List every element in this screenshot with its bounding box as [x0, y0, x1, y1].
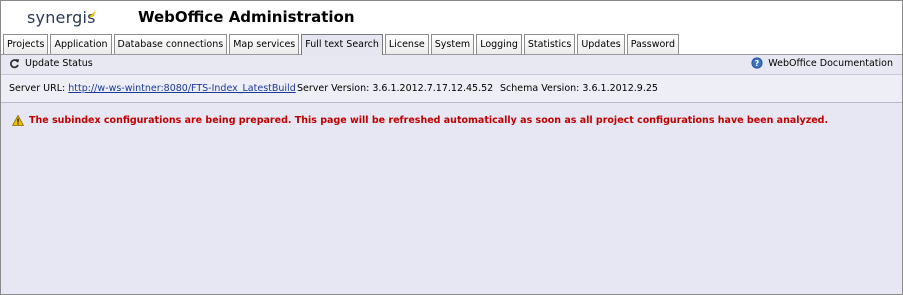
schema-version-value: 3.6.1.2012.9.25 [582, 83, 658, 94]
toolbar: Update Status ? WebOffice Documentation [1, 55, 902, 75]
warning-message: The subindex configurations are being pr… [12, 115, 828, 126]
documentation-label: WebOffice Documentation [768, 57, 893, 69]
schema-version-label: Schema Version: [500, 83, 580, 94]
logo-mark-icon [89, 10, 96, 17]
server-version-label: Server Version: [297, 83, 370, 94]
update-status-button[interactable]: Update Status [9, 58, 93, 69]
help-icon: ? [751, 57, 763, 69]
server-version-value: 3.6.1.2012.7.17.12.45.52 [372, 83, 494, 94]
tab-password[interactable]: Password [626, 34, 680, 54]
logo-text: synergis [27, 8, 96, 27]
tab-map-services[interactable]: Map services [229, 34, 300, 54]
tab-system[interactable]: System [430, 34, 475, 54]
tab-statistics[interactable]: Statistics [523, 34, 576, 54]
admin-window: synergis WebOffice Administration Projec… [0, 0, 903, 295]
update-status-label: Update Status [25, 58, 93, 69]
tab-database-connections[interactable]: Database connections [113, 34, 228, 54]
server-version: Server Version: 3.6.1.2012.7.17.12.45.52 [297, 83, 493, 94]
content-area: The subindex configurations are being pr… [1, 103, 902, 294]
warning-icon [12, 115, 24, 126]
schema-version: Schema Version: 3.6.1.2012.9.25 [500, 83, 658, 94]
tab-logging[interactable]: Logging [476, 34, 522, 54]
tab-bar: Projects Application Database connection… [1, 34, 902, 55]
header: synergis WebOffice Administration [1, 1, 902, 34]
tab-updates[interactable]: Updates [577, 34, 625, 54]
server-info: Server URL: http://w-ws-wintner:8080/FTS… [1, 75, 902, 103]
tab-projects[interactable]: Projects [3, 34, 49, 54]
warning-text: The subindex configurations are being pr… [29, 115, 829, 126]
server-url-link[interactable]: http://w-ws-wintner:8080/FTS-Index_Lates… [68, 83, 295, 94]
svg-text:?: ? [755, 59, 760, 68]
tab-license[interactable]: License [384, 34, 429, 54]
documentation-link[interactable]: ? WebOffice Documentation [751, 57, 893, 69]
tabs: Projects Application Database connection… [3, 34, 681, 55]
tab-full-text-search[interactable]: Full text Search [301, 34, 383, 55]
server-url: Server URL: http://w-ws-wintner:8080/FTS… [9, 83, 296, 94]
app-title: WebOffice Administration [138, 8, 355, 26]
refresh-icon [10, 59, 20, 69]
tab-application[interactable]: Application [50, 34, 112, 54]
server-url-label: Server URL: [9, 83, 66, 94]
